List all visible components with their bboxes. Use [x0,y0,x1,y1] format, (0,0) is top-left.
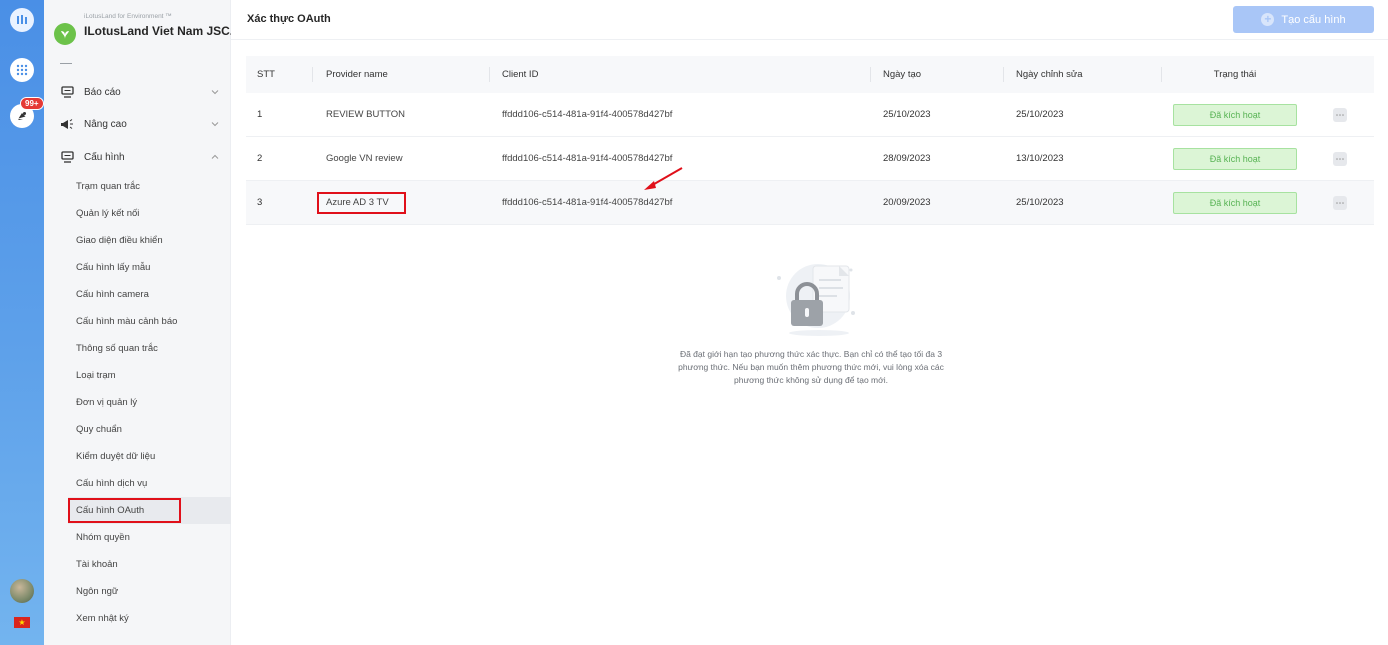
menu-group-label: Nâng cao [84,118,127,130]
more-options-icon[interactable] [1333,107,1347,122]
sidebar-item-giao-dien-dieu-khien[interactable]: Giao diện điều khiển [68,227,231,254]
cell-client-id: ffddd106-c514-481a-91f4-400578d427bf [502,109,673,120]
column-divider [1161,67,1162,82]
cell-actions [1333,137,1347,180]
annotation-arrow-icon [644,167,683,190]
menu-group-nang-cao[interactable]: Nâng cao [60,114,220,134]
column-divider [312,67,313,82]
cell-status: Đã kích hoạt [1173,93,1297,136]
cell-modified: 13/10/2023 [1016,153,1064,164]
column-header-status: Trạng thái [1213,69,1257,80]
cell-provider: REVIEW BUTTON [326,109,405,120]
chevron-up-icon [210,152,220,162]
page-title: Xác thực OAuth [247,13,331,25]
cell-status: Đã kích hoạt [1173,137,1297,180]
cell-status: Đã kích hoạt [1173,181,1297,224]
cell-modified: 25/10/2023 [1016,197,1064,208]
sidebar-item-loai-tram[interactable]: Loại trạm [68,362,231,389]
sidebar-item-cau-hinh-camera[interactable]: Cấu hình camera [68,281,231,308]
org-subtitle: iLotusLand for Environment ™ [84,13,172,20]
avatar[interactable] [10,579,34,603]
column-header-provider: Provider name [326,69,388,80]
sidebar-item-xem-nhat-ky[interactable]: Xem nhật ký [68,605,231,632]
limit-reached-text: Đã đạt giới hạn tạo phương thức xác thực… [678,349,944,385]
sidebar-item-tai-khoan[interactable]: Tài khoản [68,551,231,578]
plus-icon: + [1261,13,1275,26]
cell-modified: 25/10/2023 [1016,109,1064,120]
more-options-icon[interactable] [1333,151,1347,166]
column-header-created: Ngày tạo [883,69,922,80]
vietnam-flag-icon[interactable]: ★ [14,617,30,628]
menu-group-bao-cao[interactable]: Báo cáo [60,82,220,102]
menu-group-label: Báo cáo [84,86,121,98]
menu-group-cau-hinh[interactable]: Cấu hình [60,147,220,167]
create-config-label: Tạo cấu hình [1281,13,1346,26]
app-rail: 99+ ★ [0,0,44,645]
sidebar-item-don-vi-quan-ly[interactable]: Đơn vị quản lý [68,389,231,416]
main-content: Xác thực OAuth + Tạo cấu hình STT Provid… [231,0,1388,645]
divider [60,63,72,64]
sidebar-item-thong-so-quan-trac[interactable]: Thông số quan trắc [68,335,231,362]
cell-actions [1333,181,1347,224]
sidebar-item-cau-hinh-mau-canh-bao[interactable]: Cấu hình màu cảnh báo [68,308,231,335]
table-row[interactable]: 2 Google VN review ffddd106-c514-481a-91… [246,137,1374,181]
sidebar-item-nhom-quyen[interactable]: Nhóm quyền [68,524,231,551]
status-badge: Đã kích hoạt [1173,103,1297,126]
status-badge: Đã kích hoạt [1173,147,1297,170]
column-divider [870,67,871,82]
sidebar-item-tram-quan-trac[interactable]: Trạm quan trắc [68,173,231,200]
column-header-stt: STT [257,69,275,80]
cell-provider: Google VN review [326,153,403,164]
cell-created: 28/09/2023 [883,153,931,164]
menu-group-label: Cấu hình [84,151,125,163]
sidebar-item-cau-hinh-lay-mau[interactable]: Cấu hình lấy mẫu [68,254,231,281]
table-header: STT Provider name Client ID Ngày tạo Ngà… [246,56,1374,93]
sidebar-item-cau-hinh-oauth[interactable]: Cấu hình OAuth [68,497,231,524]
column-header-client-id: Client ID [502,69,539,80]
sidebar-item-ngon-ngu[interactable]: Ngôn ngữ [68,578,231,605]
sidebar-item-quy-chuan[interactable]: Quy chuẩn [68,416,231,443]
sidebar-item-kiem-duyet-du-lieu[interactable]: Kiểm duyệt dữ liệu [68,443,231,470]
create-config-button[interactable]: + Tạo cấu hình [1233,6,1374,33]
cell-stt: 1 [257,109,263,120]
cell-created: 25/10/2023 [883,109,931,120]
megaphone-icon [60,117,74,131]
apps-grid-icon[interactable] [10,58,34,82]
more-options-icon[interactable] [1333,195,1347,210]
table-row[interactable]: 1 REVIEW BUTTON ffddd106-c514-481a-91f4-… [246,93,1374,137]
table-row[interactable]: 3 Azure AD 3 TV ffddd106-c514-481a-91f4-… [246,181,1374,225]
status-badge: Đã kích hoạt [1173,191,1297,214]
page-header: Xác thực OAuth + Tạo cấu hình [231,0,1388,40]
chevron-down-icon [210,119,220,129]
cell-actions [1333,93,1347,136]
cell-provider: Azure AD 3 TV [326,197,389,208]
cell-stt: 3 [257,197,263,208]
org-name: ILotusLand Viet Nam JSC. [84,24,234,38]
leaf-logo-icon [54,23,76,45]
app-logo-icon[interactable] [10,8,34,32]
sidebar-item-quan-ly-ket-noi[interactable]: Quản lý kết nối [68,200,231,227]
cell-stt: 2 [257,153,263,164]
chevron-down-icon [210,87,220,97]
sidebar: iLotusLand for Environment ™ ILotusLand … [44,0,234,645]
sidebar-item-cau-hinh-dich-vu[interactable]: Cấu hình dịch vụ [68,470,231,497]
column-divider [1003,67,1004,82]
monitor-icon [60,85,74,99]
column-divider [489,67,490,82]
cell-created: 20/09/2023 [883,197,931,208]
monitor-icon [60,150,74,164]
notification-badge: 99+ [20,97,44,110]
column-header-modified: Ngày chỉnh sửa [1016,69,1083,80]
locked-document-icon [777,264,855,336]
oauth-table: STT Provider name Client ID Ngày tạo Ngà… [246,56,1374,225]
